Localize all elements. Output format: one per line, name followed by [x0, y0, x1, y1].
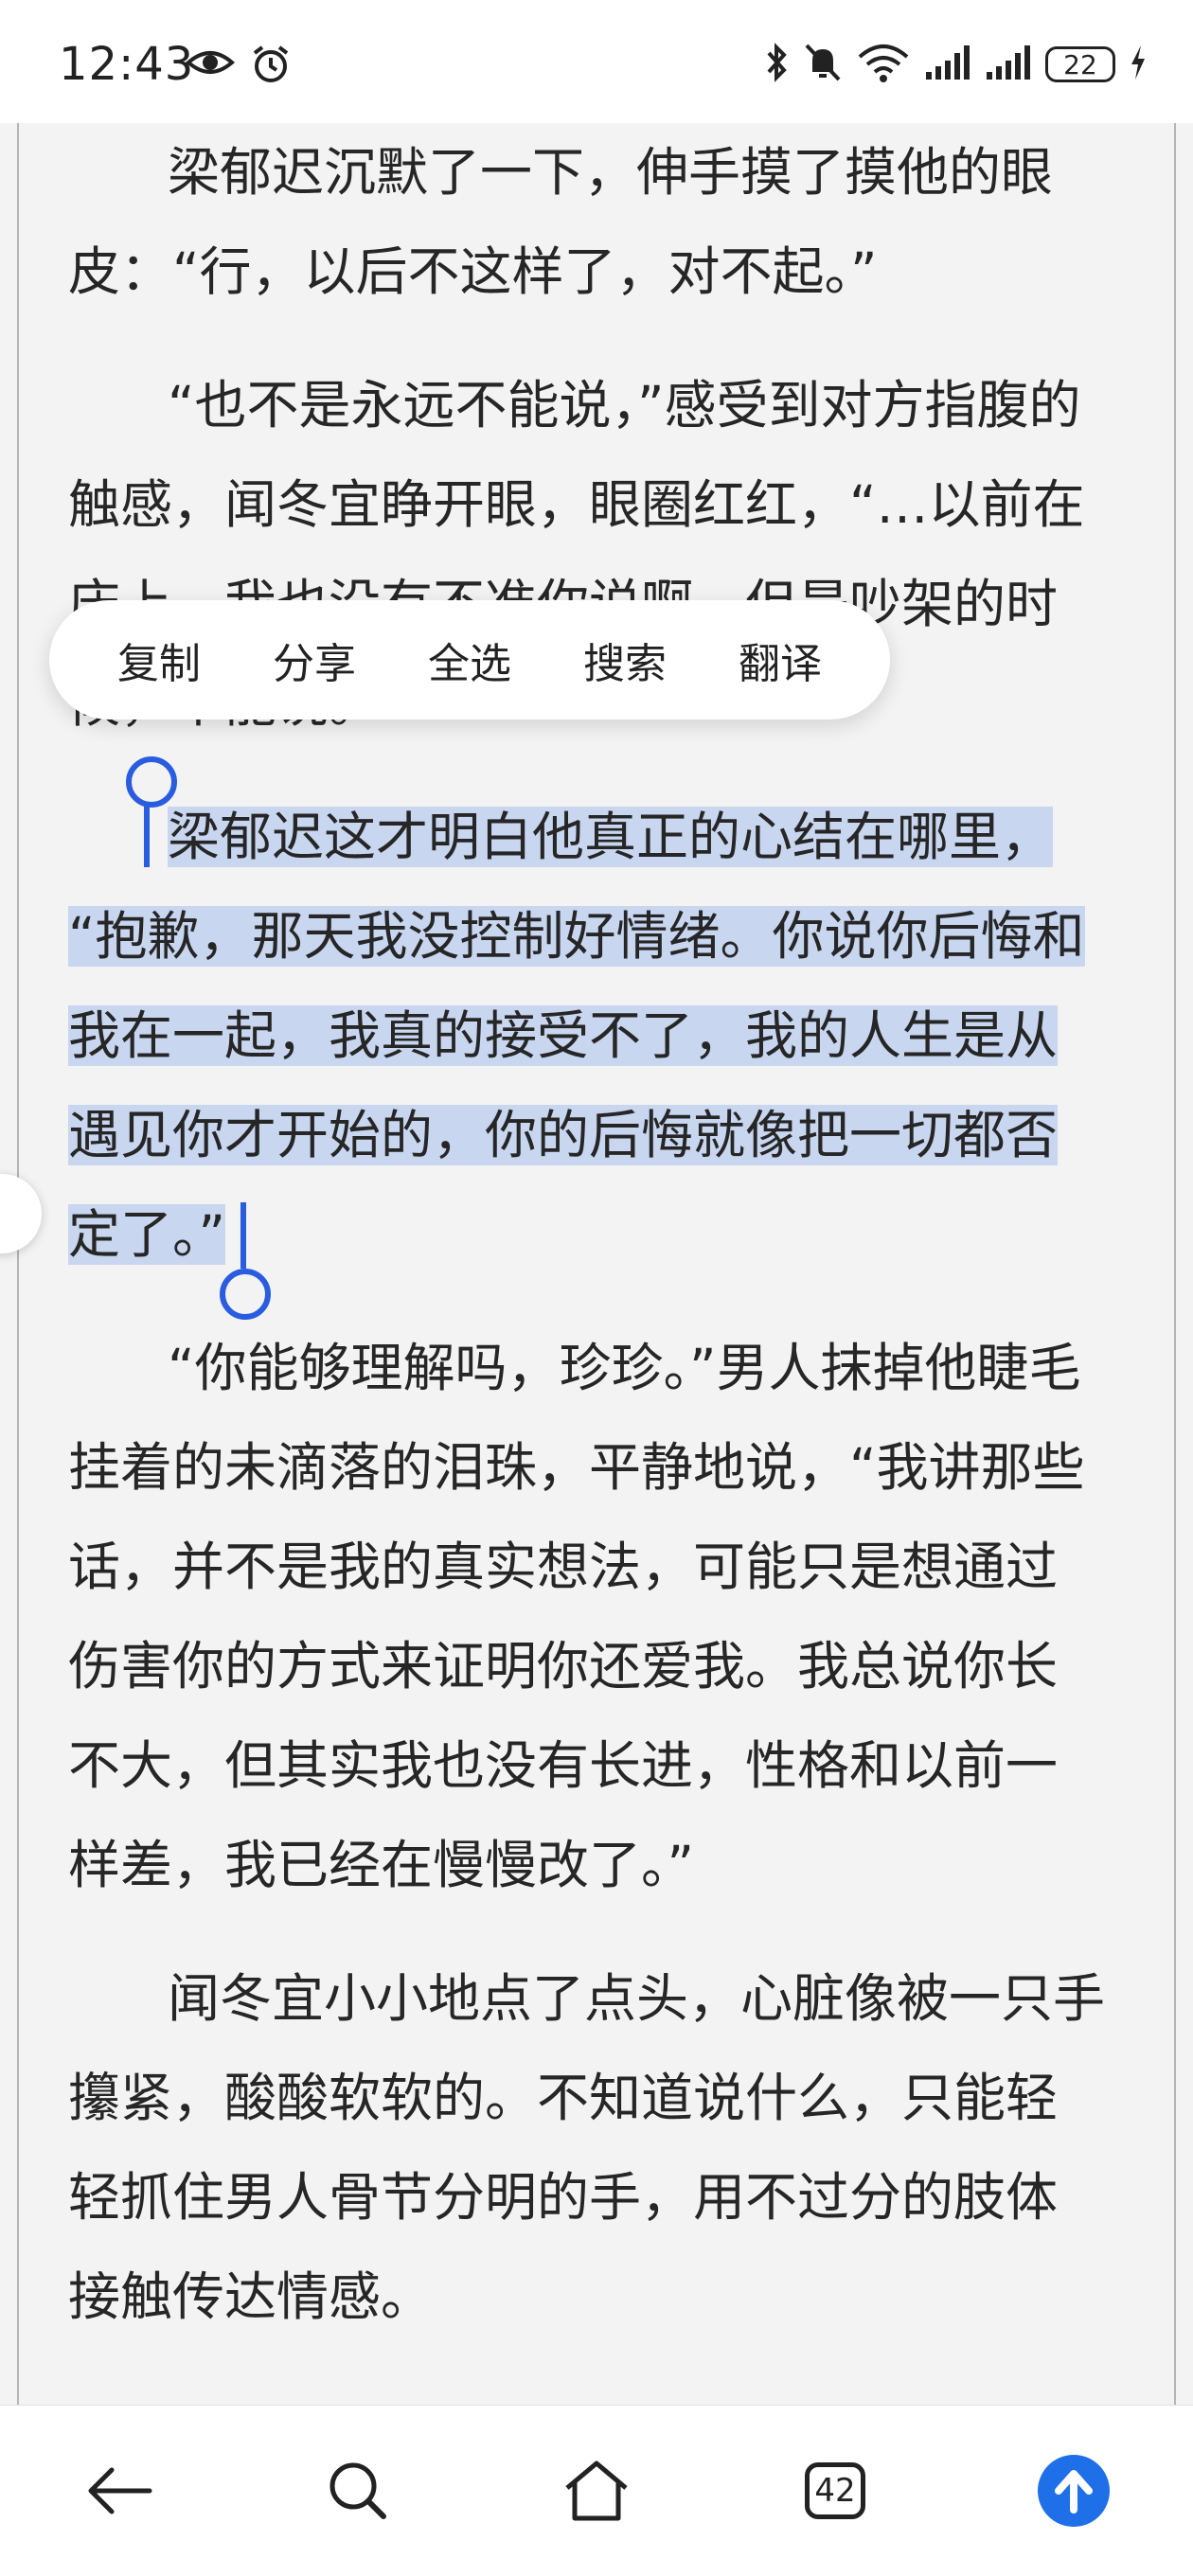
select-all-button[interactable]: 全选	[420, 620, 519, 700]
alarm-icon	[250, 44, 292, 89]
mute-icon	[803, 42, 843, 87]
status-right-icons: 22	[765, 42, 1148, 87]
home-button[interactable]	[540, 2434, 653, 2548]
eye-icon	[185, 44, 236, 89]
text-line: “你能够理解吗，珍珍。”男人抹掉他睫毛	[168, 1338, 1081, 1398]
home-icon	[565, 2461, 628, 2521]
signal-icon	[924, 44, 971, 85]
text-line-selected: 我在一起，我真的接受不了，我的人生是从	[68, 986, 1165, 1086]
selection-end-handle[interactable]	[220, 1269, 271, 1320]
text-line: 挂着的未滴落的泪珠，平静地说，“我讲那些	[68, 1437, 1085, 1498]
text-line: 话，并不是我的真实想法，可能只是想通过	[68, 1537, 1059, 1597]
text-line-selected: 遇见你才开始的，你的后悔就像把一切都否	[68, 1086, 1165, 1185]
share-button[interactable]: 分享	[265, 620, 364, 700]
text-line: 梁郁迟沉默了一下，伸手摸了摸他的眼	[168, 142, 1054, 203]
text-line-selected: 定了。”	[68, 1185, 1165, 1285]
text-line-selected: “抱歉，那天我没控制好情绪。你说你后悔和	[68, 887, 1165, 986]
wifi-icon	[856, 42, 911, 87]
paragraph[interactable]: 梁郁迟沉默了一下，伸手摸了摸他的眼 皮：“行，以后不这样了，对不起。”	[68, 123, 1165, 322]
text-line: 样差，我已经在慢慢改了。”	[68, 1835, 694, 1895]
bluetooth-icon	[765, 42, 790, 87]
text-line: 轻抓住男人骨节分明的手，用不过分的肢体	[68, 2167, 1059, 2228]
text-line: “也不是永远不能说，”感受到对方指腹的	[168, 375, 1081, 435]
status-time: 12:43	[59, 38, 195, 91]
back-button[interactable]	[62, 2434, 176, 2548]
tabs-button[interactable]: 42	[778, 2434, 892, 2548]
charging-icon	[1129, 44, 1148, 85]
selection-start-stem	[144, 805, 150, 867]
text-line: 不大，但其实我也没有长进，性格和以前一	[68, 1735, 1059, 1796]
signal-icon	[985, 44, 1032, 85]
selection-highlight: 梁郁迟这才明白他真正的心结在哪里，	[168, 807, 1054, 867]
copy-button[interactable]: 复制	[110, 620, 208, 700]
text-line: 接触传达情感。	[68, 2266, 434, 2327]
selection-highlight: “抱歉，那天我没控制好情绪。你说你后悔和	[68, 906, 1085, 967]
selection-highlight: 遇见你才开始的，你的后悔就像把一切都否	[68, 1105, 1059, 1165]
article-text[interactable]: 梁郁迟沉默了一下，伸手摸了摸他的眼 皮：“行，以后不这样了，对不起。” “也不是…	[68, 123, 1165, 2381]
selection-start-handle[interactable]	[126, 756, 177, 808]
text-line: 攥紧，酸酸软软的。不知道说什么，只能轻	[68, 2068, 1059, 2128]
text-line-selected: 梁郁迟这才明白他真正的心结在哪里，	[68, 788, 1165, 887]
bottom-navigation: 42	[0, 2405, 1193, 2576]
text-line: 皮：“行，以后不这样了，对不起。”	[68, 241, 878, 302]
selected-paragraph[interactable]: 梁郁迟这才明白他真正的心结在哪里， “抱歉，那天我没控制好情绪。你说你后悔和 我…	[68, 788, 1165, 1285]
paragraph[interactable]: “你能够理解吗，珍珍。”男人抹掉他睫毛 挂着的未滴落的泪珠，平静地说，“我讲那些…	[68, 1319, 1165, 1915]
battery-level: 22	[1063, 48, 1097, 80]
up-arrow-icon	[1038, 2455, 1110, 2527]
text-line: 伤害你的方式来证明你还爱我。我总说你长	[68, 1636, 1059, 1697]
text-line: 触感，闻冬宜睁开眼，眼圈红红，“…以前在	[68, 474, 1085, 535]
reader-page[interactable]: 梁郁迟沉默了一下，伸手摸了摸他的眼 皮：“行，以后不这样了，对不起。” “也不是…	[17, 123, 1176, 2405]
status-bar: 12:43 22	[0, 0, 1193, 123]
back-arrow-icon	[88, 2467, 152, 2514]
search-icon	[329, 2462, 386, 2519]
selection-highlight: 定了。”	[68, 1204, 225, 1265]
selection-highlight: 我在一起，我真的接受不了，我的人生是从	[68, 1005, 1059, 1066]
status-left-icons	[185, 44, 292, 89]
tab-count-badge: 42	[805, 2462, 865, 2519]
selection-end-stem	[240, 1202, 246, 1269]
search-button[interactable]: 搜索	[576, 620, 674, 700]
paragraph[interactable]: 闻冬宜小小地点了点头，心脏像被一只手 攥紧，酸酸软软的。不知道说什么，只能轻 轻…	[68, 1949, 1165, 2347]
translate-button[interactable]: 翻译	[731, 620, 829, 700]
text-line: 闻冬宜小小地点了点头，心脏像被一只手	[168, 1968, 1106, 2029]
text-selection-menu: 复制 分享 全选 搜索 翻译	[49, 600, 890, 720]
scroll-top-button[interactable]	[1017, 2434, 1131, 2548]
battery-icon: 22	[1045, 46, 1115, 82]
search-button-nav[interactable]	[301, 2434, 415, 2548]
